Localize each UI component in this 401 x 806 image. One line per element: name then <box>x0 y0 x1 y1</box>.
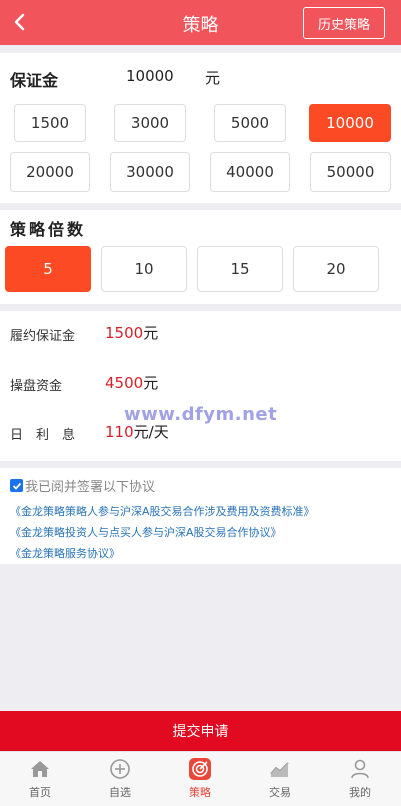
interest-value: 110 <box>105 423 134 441</box>
multiplier-option-15[interactable]: 15 <box>197 246 283 292</box>
agreement-link-service[interactable]: 《金龙策略服务协议》 <box>10 545 120 561</box>
history-strategy-button[interactable]: 历史策略 <box>303 7 385 39</box>
multiplier-option-5[interactable]: 5 <box>5 246 91 292</box>
deposit-label: 保证金 <box>10 71 59 90</box>
deposit-unit: 元 <box>205 69 221 87</box>
tab-trade-label: 交易 <box>269 786 291 799</box>
margin-amount: 1500元 <box>105 322 158 343</box>
chart-icon <box>268 757 292 781</box>
deposit-section: 保证金 10000 元 1500 3000 5000 10000 20000 3… <box>0 53 401 203</box>
tab-home[interactable]: 首页 <box>0 752 80 806</box>
multiplier-label: 策略倍数 <box>10 220 87 239</box>
tab-home-label: 首页 <box>29 786 51 799</box>
submit-button[interactable]: 提交申请 <box>0 711 401 751</box>
target-icon <box>188 757 212 781</box>
tab-watchlist-label: 自选 <box>109 786 131 799</box>
tab-watchlist[interactable]: 自选 <box>80 752 160 806</box>
plus-circle-icon <box>108 757 132 781</box>
deposit-option-3000[interactable]: 3000 <box>114 104 186 142</box>
interest-label: 日 利 息 <box>10 428 76 443</box>
fund-unit: 元 <box>143 374 159 392</box>
deposit-option-5000[interactable]: 5000 <box>214 104 286 142</box>
watermark: www.dfym.net <box>124 404 278 425</box>
agreement-link-fees[interactable]: 《金龙策略策略人参与沪深A股交易合作涉及费用及资费标准》 <box>10 503 315 519</box>
agreement-section: 我已阅并签署以下协议 《金龙策略策略人参与沪深A股交易合作涉及费用及资费标准》 … <box>0 468 401 564</box>
tab-strategy[interactable]: 策略 <box>160 752 240 806</box>
app-header: 策略 历史策略 <box>0 0 401 45</box>
deposit-option-50000[interactable]: 50000 <box>310 152 391 192</box>
deposit-option-20000[interactable]: 20000 <box>10 152 90 192</box>
agreement-text: 我已阅并签署以下协议 <box>25 480 156 495</box>
margin-value: 1500 <box>105 324 144 342</box>
tab-strategy-label: 策略 <box>189 786 211 799</box>
home-icon <box>28 757 52 781</box>
checkbox-checked-icon[interactable] <box>10 479 23 492</box>
multiplier-section: 策略倍数 5 10 15 20 <box>0 210 401 304</box>
fund-amount: 4500元 <box>105 372 158 393</box>
multiplier-option-10[interactable]: 10 <box>101 246 187 292</box>
margin-unit: 元 <box>143 324 159 342</box>
tab-mine-label: 我的 <box>349 786 371 799</box>
tab-trade[interactable]: 交易 <box>240 752 320 806</box>
deposit-option-1500[interactable]: 1500 <box>14 104 86 142</box>
multiplier-option-20[interactable]: 20 <box>293 246 379 292</box>
tab-mine[interactable]: 我的 <box>320 752 400 806</box>
deposit-option-10000[interactable]: 10000 <box>309 104 391 142</box>
user-icon <box>348 757 372 781</box>
deposit-option-40000[interactable]: 40000 <box>210 152 290 192</box>
deposit-value: 10000 <box>126 67 174 85</box>
deposit-option-30000[interactable]: 30000 <box>110 152 190 192</box>
margin-label: 履约保证金 <box>10 329 76 344</box>
fund-value: 4500 <box>105 374 144 392</box>
bottom-tabbar: 首页 自选 策略 交易 我的 <box>0 751 401 806</box>
fund-label: 操盘资金 <box>10 379 63 394</box>
agreement-checkbox-row[interactable]: 我已阅并签署以下协议 <box>10 476 155 495</box>
interest-unit: 元/天 <box>133 423 169 441</box>
agreement-link-cooperation[interactable]: 《金龙策略投资人与点买人参与沪深A股交易合作协议》 <box>10 524 282 540</box>
summary-section: 履约保证金 1500元 操盘资金 4500元 日 利 息 110元/天 <box>0 311 401 461</box>
